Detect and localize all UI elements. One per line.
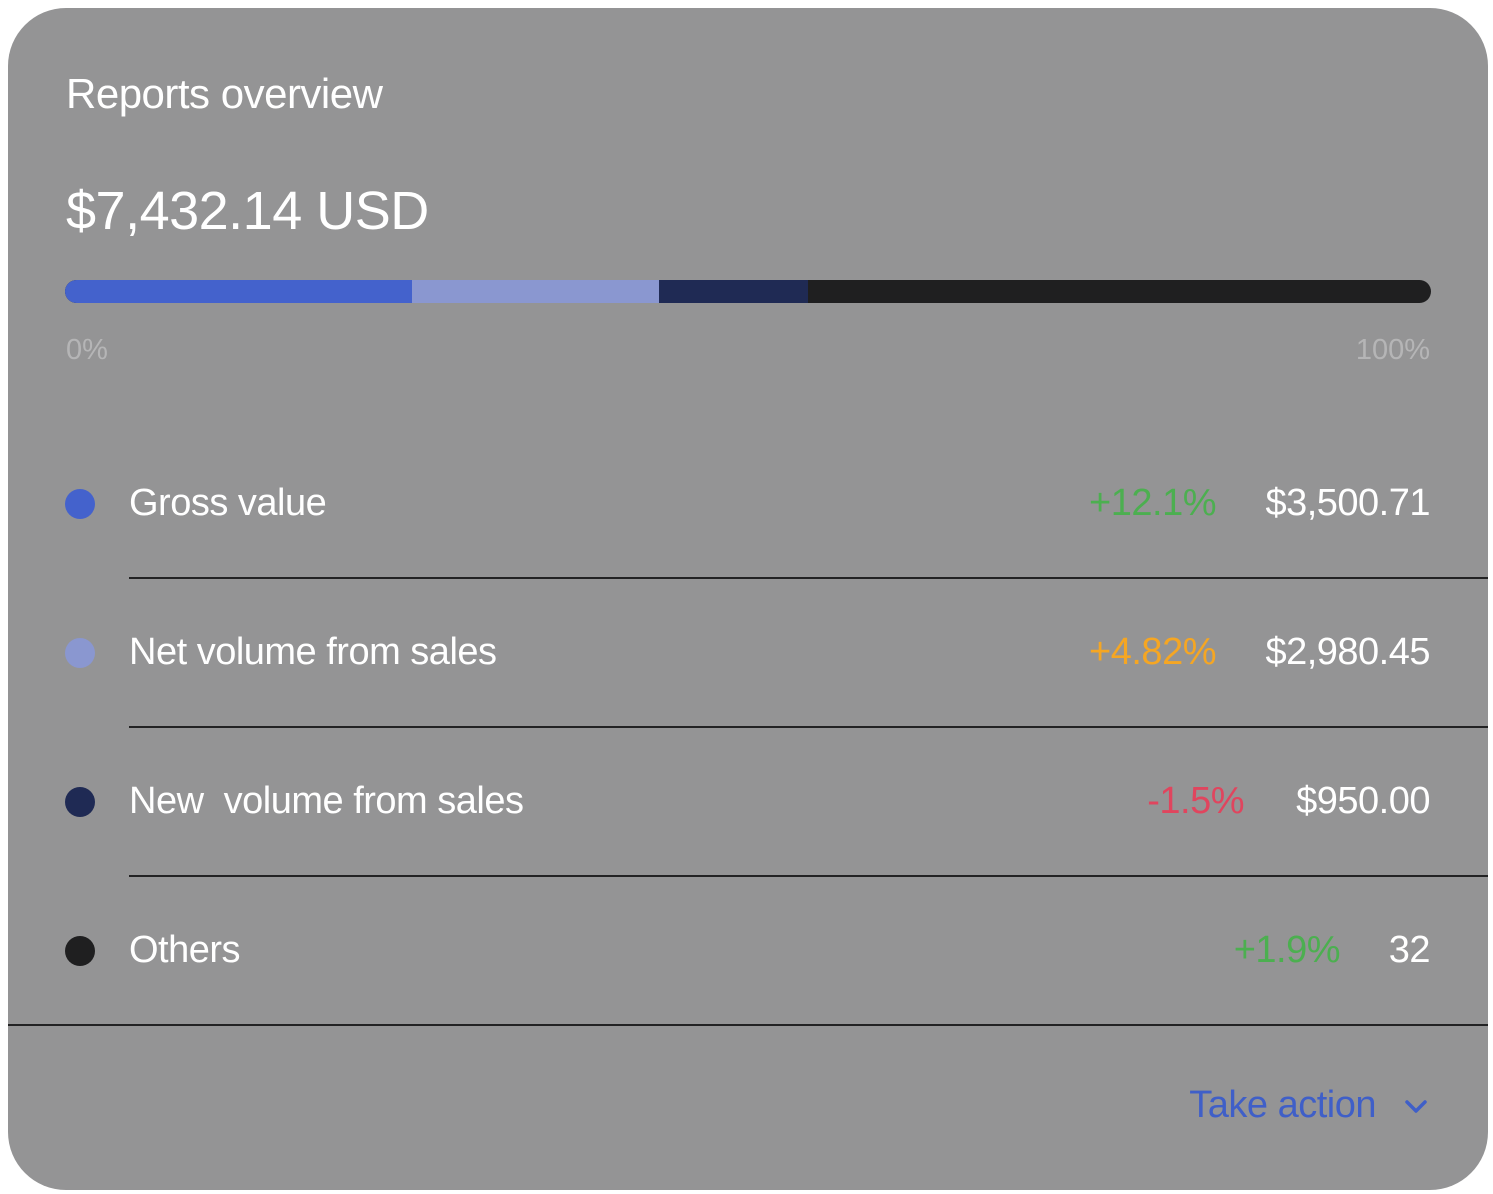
row-label: Others	[129, 929, 241, 971]
row-value: 32	[1388, 929, 1431, 971]
row-value: $950.00	[1296, 780, 1430, 822]
row-value: $3,500.71	[1265, 482, 1430, 524]
circle-icon	[65, 936, 95, 966]
row-label: Gross value	[129, 482, 327, 524]
reports-overview-card: Reports overview $7,432.14 USD 0% 100% G…	[8, 8, 1488, 1190]
row-change: +12.1%	[1089, 482, 1216, 524]
row-change: -1.5%	[1147, 780, 1244, 822]
breakdown-row-others: Others +1.9% 32	[8, 877, 1488, 1026]
take-action-label: Take action	[1189, 1084, 1376, 1126]
row-change: +4.82%	[1089, 631, 1216, 673]
total-amount: $7,432.14 USD	[66, 181, 429, 241]
bar-segment-net-volume	[411, 280, 660, 303]
scale-max-label: 100%	[1355, 334, 1430, 366]
circle-icon	[65, 787, 95, 817]
distribution-bar	[65, 280, 1431, 303]
chevron-down-icon	[1405, 1099, 1427, 1113]
bar-segment-gross-value	[65, 280, 412, 303]
scale-min-label: 0%	[66, 334, 108, 366]
card-title: Reports overview	[66, 70, 383, 117]
circle-icon	[65, 638, 95, 668]
row-change: +1.9%	[1233, 929, 1341, 971]
circle-icon	[65, 489, 95, 519]
breakdown-row-net-volume: Net volume from sales +4.82% $2,980.45	[8, 579, 1488, 728]
bar-segment-new-volume	[659, 280, 809, 303]
row-label: Net volume from sales	[129, 631, 497, 673]
take-action-button[interactable]: Take action	[1189, 1084, 1430, 1127]
breakdown-row-new-volume: New volume from sales -1.5% $950.00	[8, 728, 1488, 877]
row-value: $2,980.45	[1265, 631, 1430, 673]
row-divider	[8, 1024, 1488, 1026]
breakdown-row-gross-value: Gross value +12.1% $3,500.71	[8, 430, 1488, 579]
row-label: New volume from sales	[129, 780, 524, 822]
